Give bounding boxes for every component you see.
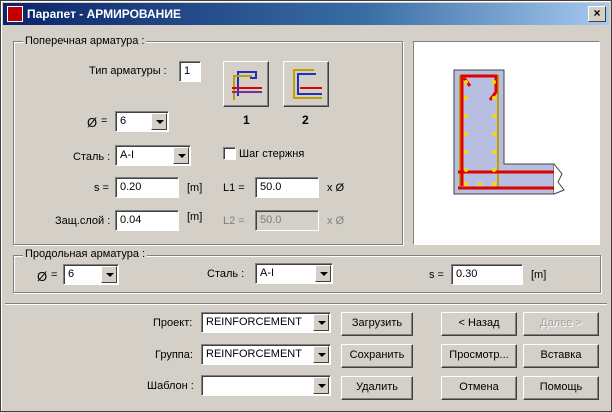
long-steel-value: A-I (260, 267, 275, 279)
long-diameter-select[interactable]: 6 (63, 264, 119, 285)
project-label: Проект: (153, 317, 193, 329)
insert-button[interactable]: Вставка (523, 344, 599, 368)
bar-spacing-label: Шаг стержня (239, 148, 305, 160)
long-s-unit: [m] (531, 269, 547, 281)
rebar-type-2-caption: 2 (302, 113, 309, 127)
s-field[interactable]: 0.20 (115, 177, 179, 198)
cover-label: Защ.слой : (55, 215, 111, 227)
diameter-eq: = (101, 115, 108, 127)
cover-unit: [m] (187, 211, 203, 223)
l2-label: L2 = (223, 215, 245, 227)
chevron-down-icon[interactable] (313, 314, 329, 331)
cancel-button[interactable]: Отмена (441, 376, 517, 400)
steel-select[interactable]: A-I (115, 145, 191, 166)
l1-label: L1 = (223, 182, 245, 194)
l1-unit: x Ø (327, 182, 345, 194)
project-value: REINFORCEMENT (206, 316, 302, 328)
chevron-down-icon[interactable] (101, 266, 117, 283)
template-label: Шаблон : (147, 380, 194, 392)
steel-value: A-I (120, 149, 135, 161)
dialog-window: Парапет - АРМИРОВАНИЕ × Поперечная армат… (0, 0, 612, 412)
long-diameter-symbol: Ø (37, 269, 48, 284)
close-button[interactable]: × (588, 6, 606, 22)
steel-label: Сталь : (73, 151, 111, 163)
next-button[interactable]: Далее > (523, 312, 599, 336)
diameter-value: 6 (120, 115, 127, 127)
bar-spacing-checkbox[interactable] (223, 147, 236, 160)
template-select[interactable] (201, 375, 331, 396)
preview-button[interactable]: Просмотр... (441, 344, 517, 368)
section-preview (413, 41, 600, 245)
diameter-symbol: Ø (87, 115, 98, 130)
s-label: s = (94, 182, 109, 194)
long-steel-label: Сталь : (207, 268, 245, 280)
back-button[interactable]: < Назад (441, 312, 517, 336)
rebar-type-1-button[interactable] (223, 61, 269, 107)
long-s-label: s = (429, 269, 444, 281)
rebar-type-1-caption: 1 (243, 113, 250, 127)
l2-field[interactable]: 50.0 (255, 210, 319, 231)
app-icon (7, 6, 23, 22)
long-diameter-eq: = (51, 269, 58, 281)
help-button[interactable]: Помощь (523, 376, 599, 400)
rebar-type-field[interactable]: 1 (179, 61, 201, 82)
delete-button[interactable]: Удалить (341, 376, 413, 400)
cover-field[interactable]: 0.04 (115, 210, 179, 231)
long-steel-select[interactable]: A-I (255, 263, 333, 284)
s-unit: [m] (187, 182, 203, 194)
l1-field[interactable]: 50.0 (255, 177, 319, 198)
window-title: Парапет - АРМИРОВАНИЕ (27, 7, 181, 21)
chevron-down-icon[interactable] (151, 113, 167, 130)
chevron-down-icon[interactable] (173, 147, 189, 164)
longitudinal-group-label: Продольная арматура : (23, 248, 148, 260)
project-select[interactable]: REINFORCEMENT (201, 312, 331, 333)
chevron-down-icon[interactable] (313, 346, 329, 363)
stirrup-type-2-icon (293, 69, 322, 99)
load-button[interactable]: Загрузить (341, 312, 413, 336)
long-s-field[interactable]: 0.30 (451, 264, 523, 285)
group-label: Группа: (155, 349, 193, 361)
title-bar[interactable]: Парапет - АРМИРОВАНИЕ × (3, 3, 609, 25)
parapet-section-drawing (453, 69, 565, 195)
stirrup-type-1-icon (232, 71, 262, 100)
group-select[interactable]: REINFORCEMENT (201, 344, 331, 365)
chevron-down-icon[interactable] (313, 377, 329, 394)
rebar-type-label: Тип арматуры : (89, 65, 167, 77)
save-button[interactable]: Сохранить (341, 344, 413, 368)
long-diameter-value: 6 (68, 268, 75, 280)
rebar-type-2-button[interactable] (283, 61, 329, 107)
group-value: REINFORCEMENT (206, 348, 302, 360)
divider (5, 303, 607, 305)
l2-unit: x Ø (327, 215, 345, 227)
diameter-select[interactable]: 6 (115, 111, 169, 132)
chevron-down-icon[interactable] (315, 265, 331, 282)
transverse-group-label: Поперечная арматура : (23, 35, 147, 47)
